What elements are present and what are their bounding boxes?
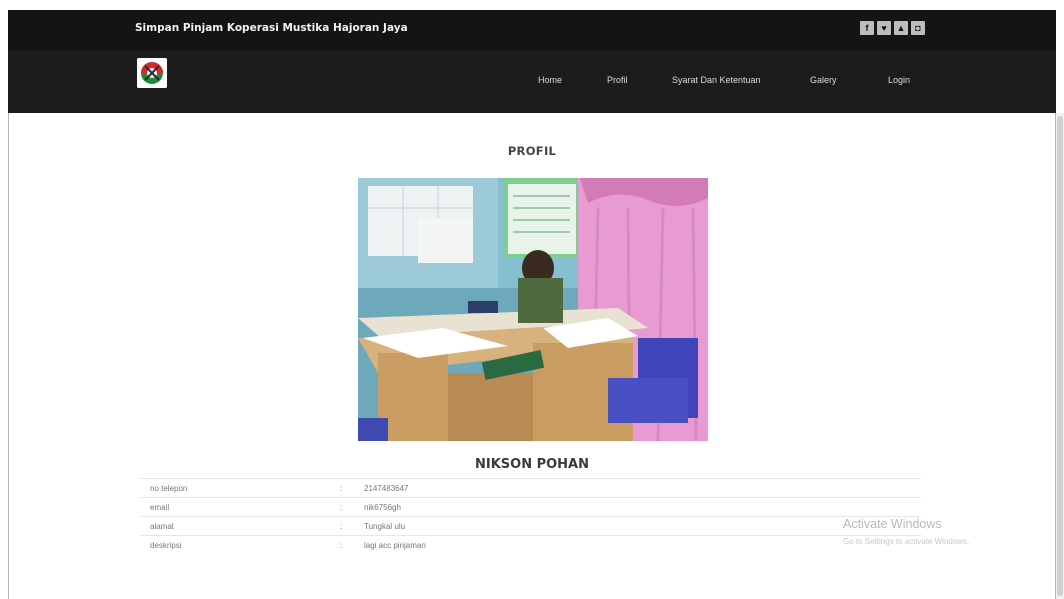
- row-separator: :: [340, 497, 354, 517]
- activation-watermark-title: Activate Windows: [843, 517, 942, 531]
- row-label: email: [140, 497, 340, 517]
- facebook-icon[interactable]: f: [860, 21, 874, 35]
- row-value: Tungkal ulu: [354, 516, 921, 536]
- twitter-icon[interactable]: ♥: [877, 21, 891, 35]
- table-row: email : nik6756gh: [140, 497, 921, 517]
- row-value: 2147483647: [354, 478, 921, 498]
- profile-photo: [358, 178, 708, 441]
- row-value: nik6756gh: [354, 497, 921, 517]
- row-label: no telepon: [140, 478, 340, 498]
- table-row: deskripsi : lagi acc pinjaman: [140, 535, 921, 555]
- table-row: alamat : Tungkal ulu: [140, 516, 921, 536]
- row-value: lagi acc pinjaman: [354, 535, 921, 555]
- youtube-icon[interactable]: ▲: [894, 21, 908, 35]
- nav-profil[interactable]: Profil: [607, 75, 628, 85]
- top-bar: Simpan Pinjam Koperasi Mustika Hajoran J…: [8, 10, 1056, 50]
- site-title: Simpan Pinjam Koperasi Mustika Hajoran J…: [135, 22, 408, 34]
- row-label: deskripsi: [140, 535, 340, 555]
- instagram-icon[interactable]: ◘: [911, 21, 925, 35]
- nav-login[interactable]: Login: [888, 75, 910, 85]
- row-separator: :: [340, 478, 354, 498]
- nav-galery[interactable]: Galery: [810, 75, 837, 85]
- profile-name: NIKSON POHAN: [474, 457, 589, 472]
- row-label: alamat: [140, 516, 340, 536]
- nav-menu: Home Profil Syarat Dan Ketentuan Galery …: [8, 75, 1056, 89]
- frame-border-left: [8, 113, 9, 599]
- social-icons: f ♥ ▲ ◘: [860, 21, 925, 35]
- nav-syarat-dan-ketentuan[interactable]: Syarat Dan Ketentuan: [672, 75, 761, 85]
- row-separator: :: [340, 516, 354, 536]
- nav-home[interactable]: Home: [538, 75, 562, 85]
- main-navbar: Home Profil Syarat Dan Ketentuan Galery …: [8, 50, 1056, 113]
- activation-watermark-subtitle: Go to Settings to activate Windows.: [843, 537, 970, 546]
- profile-info-table: no telepon : 2147483647 email : nik6756g…: [140, 478, 921, 555]
- scrollbar-thumb[interactable]: [1057, 116, 1063, 596]
- row-separator: :: [340, 535, 354, 555]
- page-title: PROFIL: [507, 144, 557, 158]
- table-row: no telepon : 2147483647: [140, 478, 921, 498]
